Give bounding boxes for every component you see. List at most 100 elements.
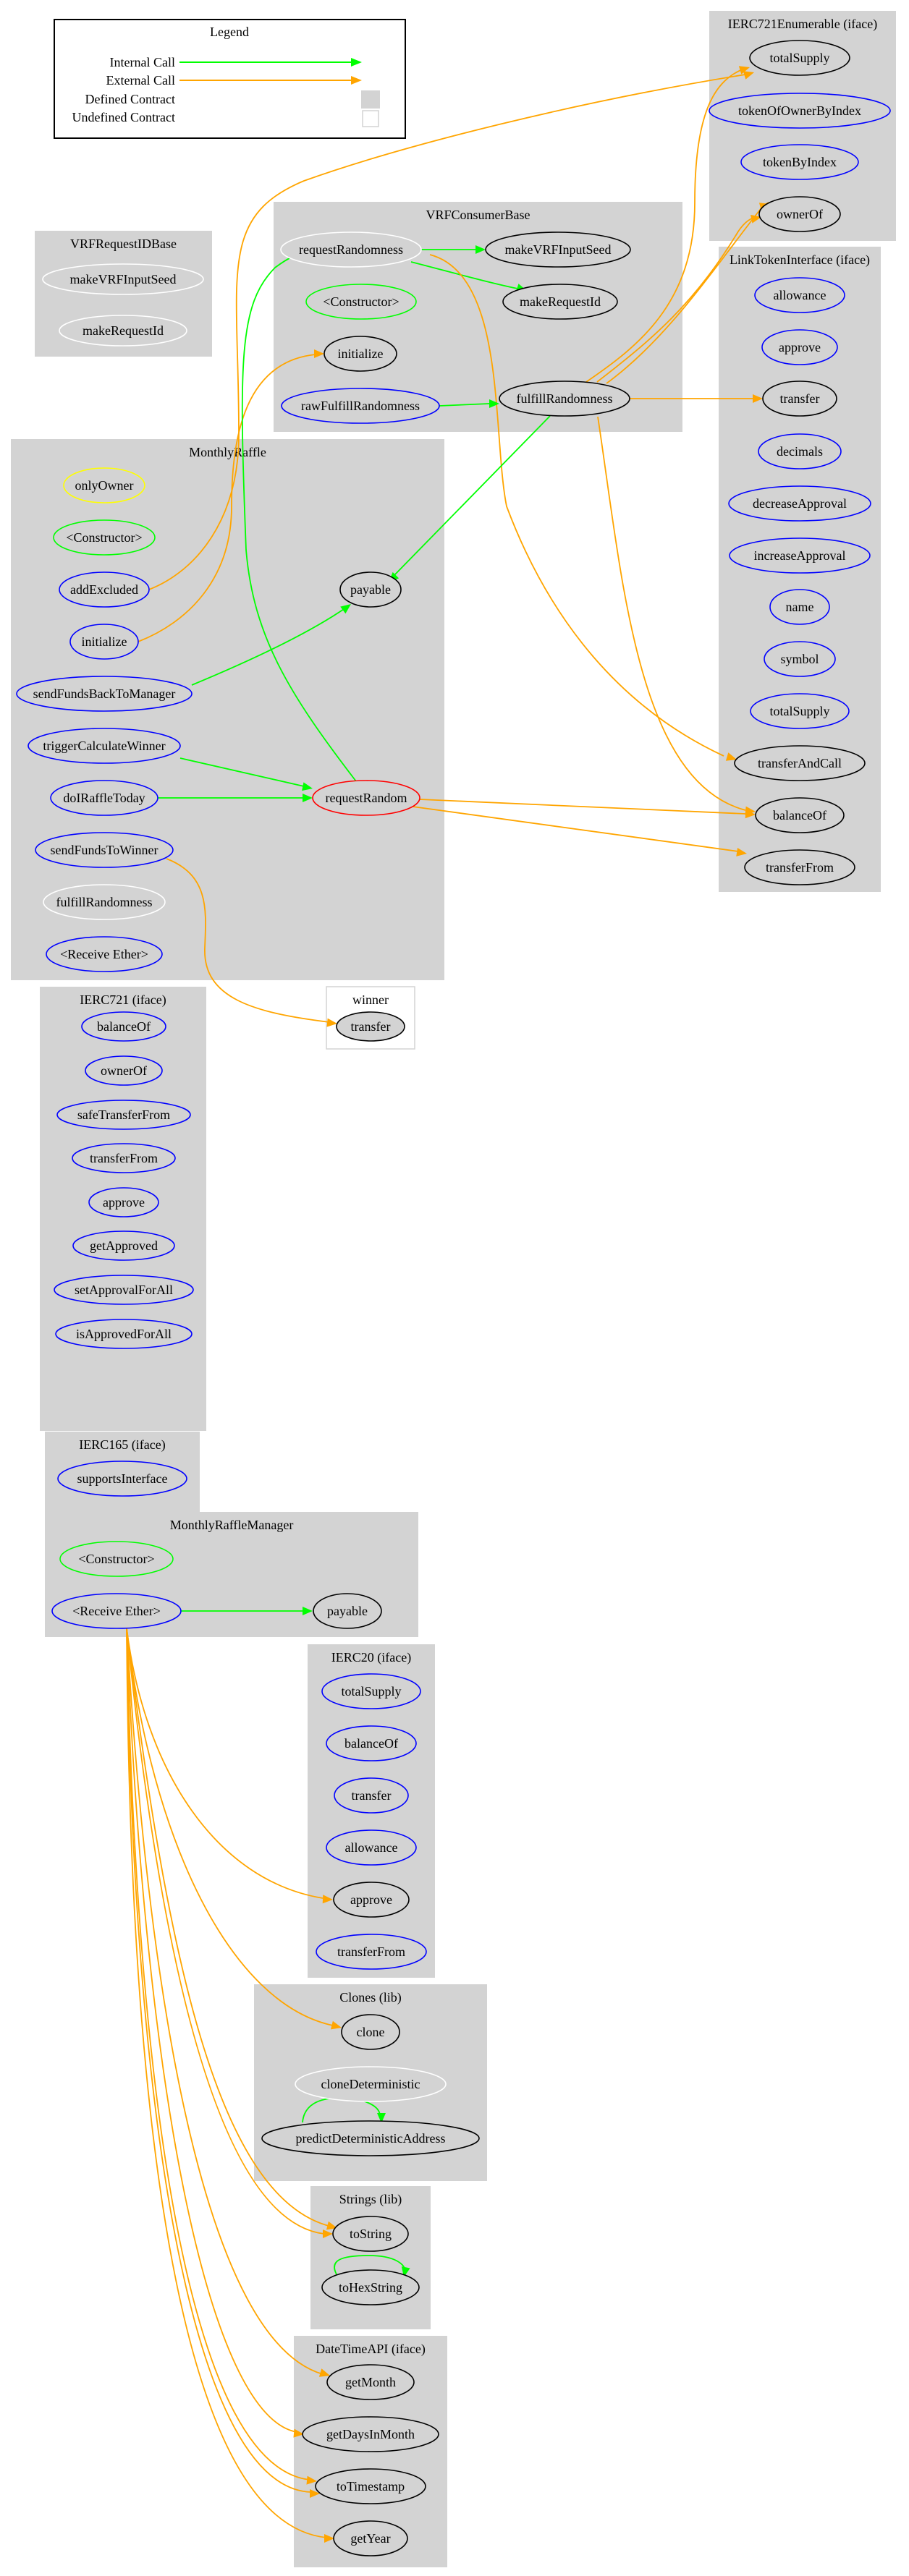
function-node-trigger-calculate-winner[interactable]: triggerCalculateWinner xyxy=(28,728,181,764)
function-node-total-supply[interactable]: totalSupply xyxy=(749,40,850,76)
function-node-fulfill-randomness[interactable]: fulfillRandomness xyxy=(499,381,630,417)
function-node-receive-ether[interactable]: <Receive Ether> xyxy=(51,1593,182,1629)
node-label: balanceOf xyxy=(773,808,826,822)
function-node-raw-fulfill-randomness[interactable]: rawFulfillRandomness xyxy=(281,388,440,424)
function-node-total-supply[interactable]: totalSupply xyxy=(321,1673,421,1709)
node-label: transfer xyxy=(780,391,820,406)
node-label: supportsInterface xyxy=(77,1471,168,1486)
function-node-total-supply[interactable]: totalSupply xyxy=(750,693,850,729)
node-label: triggerCalculateWinner xyxy=(43,739,165,753)
function-node-transfer-from[interactable]: transferFrom xyxy=(316,1934,427,1970)
node-label: totalSupply xyxy=(341,1684,401,1699)
node-label: balanceOf xyxy=(97,1019,151,1034)
node-label: toHexString xyxy=(339,2280,402,2295)
node-label: toTimestamp xyxy=(337,2479,405,2494)
legend-external-call-label: External Call xyxy=(106,73,175,88)
node-label: balanceOf xyxy=(344,1736,398,1751)
node-label: allowance xyxy=(774,288,826,302)
function-node-make-request-id[interactable]: makeRequestId xyxy=(502,284,618,320)
node-label: <Constructor> xyxy=(78,1552,154,1566)
function-node-get-days-in-month[interactable]: getDaysInMonth xyxy=(302,2416,439,2452)
function-node-add-excluded[interactable]: addExcluded xyxy=(59,571,150,608)
function-node-do-iraffle-today[interactable]: doIRaffleToday xyxy=(50,780,158,816)
node-label: safeTransferFrom xyxy=(77,1108,170,1122)
function-node-allowance[interactable]: allowance xyxy=(754,277,845,313)
function-node-approve[interactable]: approve xyxy=(88,1187,159,1217)
function-node-get-month[interactable]: getMonth xyxy=(326,2364,415,2400)
function-node-send-funds-to-winner[interactable]: sendFundsToWinner xyxy=(35,832,174,868)
function-node-balance-of[interactable]: balanceOf xyxy=(326,1725,417,1761)
node-label: approve xyxy=(103,1195,145,1210)
cluster-title: VRFRequestIDBase xyxy=(70,237,177,251)
node-label: name xyxy=(786,600,814,614)
function-node-allowance[interactable]: allowance xyxy=(326,1829,417,1866)
function-node-predict-deterministic-address[interactable]: predictDeterministicAddress xyxy=(261,2120,480,2156)
function-node-supports-interface[interactable]: supportsInterface xyxy=(57,1461,187,1497)
function-node-make-vrfinput-seed[interactable]: makeVRFInputSeed xyxy=(42,263,204,295)
function-node-get-approved[interactable]: getApproved xyxy=(72,1230,175,1261)
function-node-safe-transfer-from[interactable]: safeTransferFrom xyxy=(56,1100,191,1130)
function-node-only-owner[interactable]: onlyOwner xyxy=(63,467,145,503)
function-node-increase-approval[interactable]: increaseApproval xyxy=(729,537,871,574)
cluster-title: IERC721 (iface) xyxy=(80,992,166,1008)
function-node-request-randomness[interactable]: requestRandomness xyxy=(280,231,422,268)
function-node-clone[interactable]: clone xyxy=(341,2014,400,2050)
function-node-constructor[interactable]: <Constructor> xyxy=(305,284,417,320)
cluster-title: IERC165 (iface) xyxy=(79,1437,165,1453)
function-node-transfer-from[interactable]: transferFrom xyxy=(72,1143,176,1173)
function-node-transfer-from[interactable]: transferFrom xyxy=(744,849,855,885)
function-node-token-of-owner-by-index[interactable]: tokenOfOwnerByIndex xyxy=(709,93,891,129)
function-node-request-random[interactable]: requestRandom xyxy=(312,780,420,816)
function-node-send-funds-back-to-manager[interactable]: sendFundsBackToManager xyxy=(16,676,193,712)
function-node-payable[interactable]: payable xyxy=(339,571,402,608)
node-label: tokenOfOwnerByIndex xyxy=(738,103,861,118)
function-node-to-timestamp[interactable]: toTimestamp xyxy=(315,2468,426,2504)
node-label: transferAndCall xyxy=(758,756,842,770)
function-node-to-string[interactable]: toString xyxy=(332,2216,409,2252)
node-label: makeVRFInputSeed xyxy=(505,242,612,257)
function-node-decrease-approval[interactable]: decreaseApproval xyxy=(728,485,871,522)
node-label: <Receive Ether> xyxy=(60,947,148,961)
function-node-set-approval-for-all[interactable]: setApprovalForAll xyxy=(54,1275,194,1305)
function-node-fulfill-randomness[interactable]: fulfillRandomness xyxy=(43,884,166,920)
function-node-make-vrfinput-seed[interactable]: makeVRFInputSeed xyxy=(485,231,631,268)
function-node-transfer-and-call[interactable]: transferAndCall xyxy=(734,745,866,781)
function-node-to-hex-string[interactable]: toHexString xyxy=(321,2269,420,2305)
function-node-approve[interactable]: approve xyxy=(761,329,838,365)
node-label: cloneDeterministic xyxy=(321,2077,420,2091)
function-node-balance-of[interactable]: balanceOf xyxy=(755,797,845,833)
function-node-constructor[interactable]: <Constructor> xyxy=(53,519,156,556)
function-node-constructor[interactable]: <Constructor> xyxy=(59,1541,174,1577)
node-label: transferFrom xyxy=(90,1151,158,1165)
node-label: sendFundsBackToManager xyxy=(33,686,176,701)
cluster-title: IERC20 (iface) xyxy=(331,1650,411,1665)
node-label: totalSupply xyxy=(769,51,829,65)
function-node-get-year[interactable]: getYear xyxy=(333,2520,408,2556)
function-node-is-approved-for-all[interactable]: isApprovedForAll xyxy=(55,1319,193,1349)
function-node-initialize[interactable]: initialize xyxy=(324,336,397,372)
function-node-transfer[interactable]: transfer xyxy=(334,1777,409,1814)
node-label: sendFundsToWinner xyxy=(50,843,158,857)
function-node-receive-ether[interactable]: <Receive Ether> xyxy=(46,936,163,972)
function-node-owner-of[interactable]: ownerOf xyxy=(758,196,841,232)
function-node-balance-of[interactable]: balanceOf xyxy=(81,1011,166,1042)
node-label: ownerOf xyxy=(777,207,823,221)
function-node-symbol[interactable]: symbol xyxy=(764,641,836,677)
function-node-token-by-index[interactable]: tokenByIndex xyxy=(740,144,859,180)
node-label: clone xyxy=(357,2025,385,2039)
function-node-transfer[interactable]: transfer xyxy=(762,381,837,417)
node-label: payable xyxy=(327,1604,368,1618)
function-node-decimals[interactable]: decimals xyxy=(758,433,842,469)
node-label: addExcluded xyxy=(70,582,138,597)
function-node-make-request-id[interactable]: makeRequestId xyxy=(59,315,187,347)
function-node-name[interactable]: name xyxy=(769,589,830,625)
function-node-clone-deterministic[interactable]: cloneDeterministic xyxy=(295,2066,447,2102)
function-node-approve[interactable]: approve xyxy=(333,1882,410,1918)
function-node-initialize[interactable]: initialize xyxy=(69,624,139,660)
function-node-transfer[interactable]: transfer xyxy=(336,1011,405,1042)
function-node-owner-of[interactable]: ownerOf xyxy=(85,1055,163,1086)
cluster-title: VRFConsumerBase xyxy=(426,208,530,222)
node-label: getYear xyxy=(350,2531,390,2546)
function-node-payable[interactable]: payable xyxy=(313,1593,382,1629)
legend: Legend Internal Call External Call Defin… xyxy=(54,19,406,139)
